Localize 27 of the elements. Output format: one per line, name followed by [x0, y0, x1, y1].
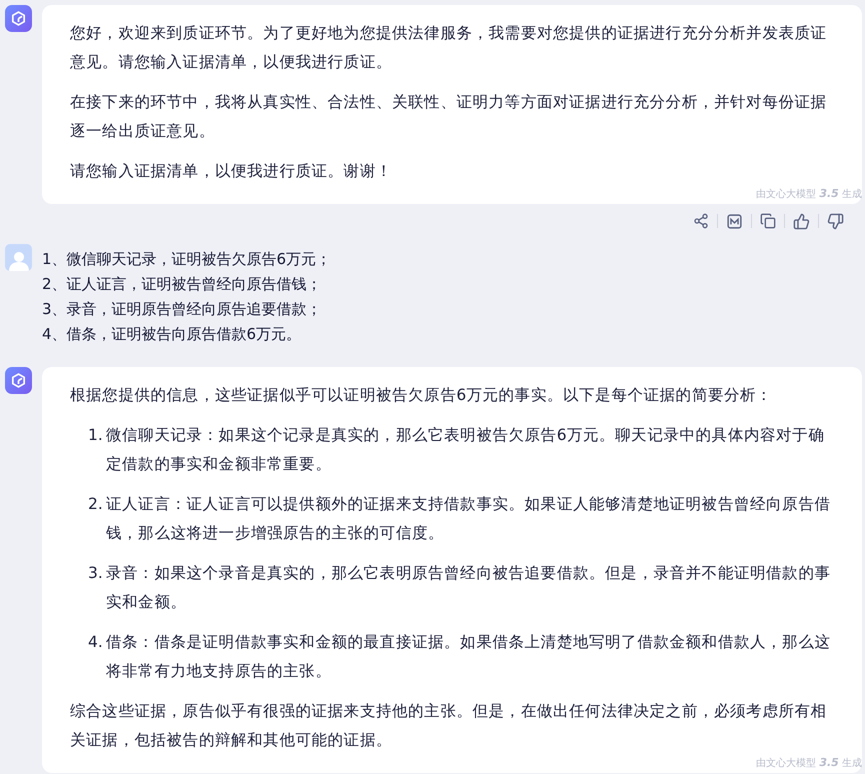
list-item-text: 录音：如果这个录音是真实的，那么它表明原告曾经向被告追要借款。但是，录音并不能证明借款的事实和金额。 — [106, 563, 832, 613]
message-text: 2、证人证言，证明被告曾经向原告借钱； — [42, 274, 323, 295]
message-paragraph: 综合这些证据，原告似乎有很强的证据来支持他的主张。但是，在做出任何法律决定之前，必须考虑所有相关证据，包括被告的辩解和其他可能的证据。 — [70, 701, 828, 751]
message-paragraph: 根据您提供的信息，这些证据似乎可以证明被告欠原告6万元的事实。以下是每个证据的简要分析： — [70, 385, 774, 406]
list-item-text: 证人证言：证人证言可以提供额外的证据来支持借款事实。如果证人能够清楚地证明被告曾经向原告借钱，那么这将进一步增强原告的主张的可信度。 — [106, 494, 832, 544]
message-text: 1、微信聊天记录，证明被告欠原告6万元； — [42, 249, 332, 270]
message-text: 3、录音，证明原告曾经向原告追要借款； — [42, 299, 323, 320]
copy-button[interactable] — [760, 213, 776, 229]
model-credit: 由文心大模型 3.5 生成 — [756, 756, 862, 770]
thumbs-down-button[interactable] — [827, 212, 844, 230]
list-item-text: 微信聊天记录：如果这个记录是真实的，那么它表明被告欠原告6万元。聊天记录中的具体内容对于确定借款的事实和金额非常重要。 — [106, 425, 826, 475]
list-number: 4. — [88, 632, 104, 653]
list-number: 1. — [88, 425, 104, 446]
chart-icon[interactable] — [726, 212, 743, 230]
thumbs-up-button[interactable] — [793, 212, 810, 230]
message-paragraph: 请您输入证据清单，以便我进行质证。谢谢！ — [70, 161, 393, 182]
model-credit: 由文心大模型 3.5 生成 — [756, 187, 862, 201]
share-button[interactable] — [693, 213, 709, 229]
message-text: 4、借条，证明被告向原告借款6万元。 — [42, 324, 302, 345]
list-number: 2. — [88, 494, 104, 515]
message-paragraph: 在接下来的环节中，我将从真实性、合法性、关联性、证明力等方面对证据进行充分分析，并针对每份证据逐一给出质证意见。 — [70, 92, 828, 142]
assistant-avatar — [5, 5, 32, 32]
assistant-avatar — [5, 367, 32, 394]
message-paragraph: 您好，欢迎来到质证环节。为了更好地为您提供法律服务，我需要对您提供的证据进行充分分析并发表质证意见。请您输入证据清单，以便我进行质证。 — [70, 23, 828, 73]
list-item-text: 借条：借条是证明借款事实和金额的最直接证据。如果借条上清楚地写明了借款金额和借款人，那么这将非常有力地支持原告的主张。 — [106, 632, 832, 682]
user-avatar — [5, 244, 32, 271]
list-number: 3. — [88, 563, 104, 584]
